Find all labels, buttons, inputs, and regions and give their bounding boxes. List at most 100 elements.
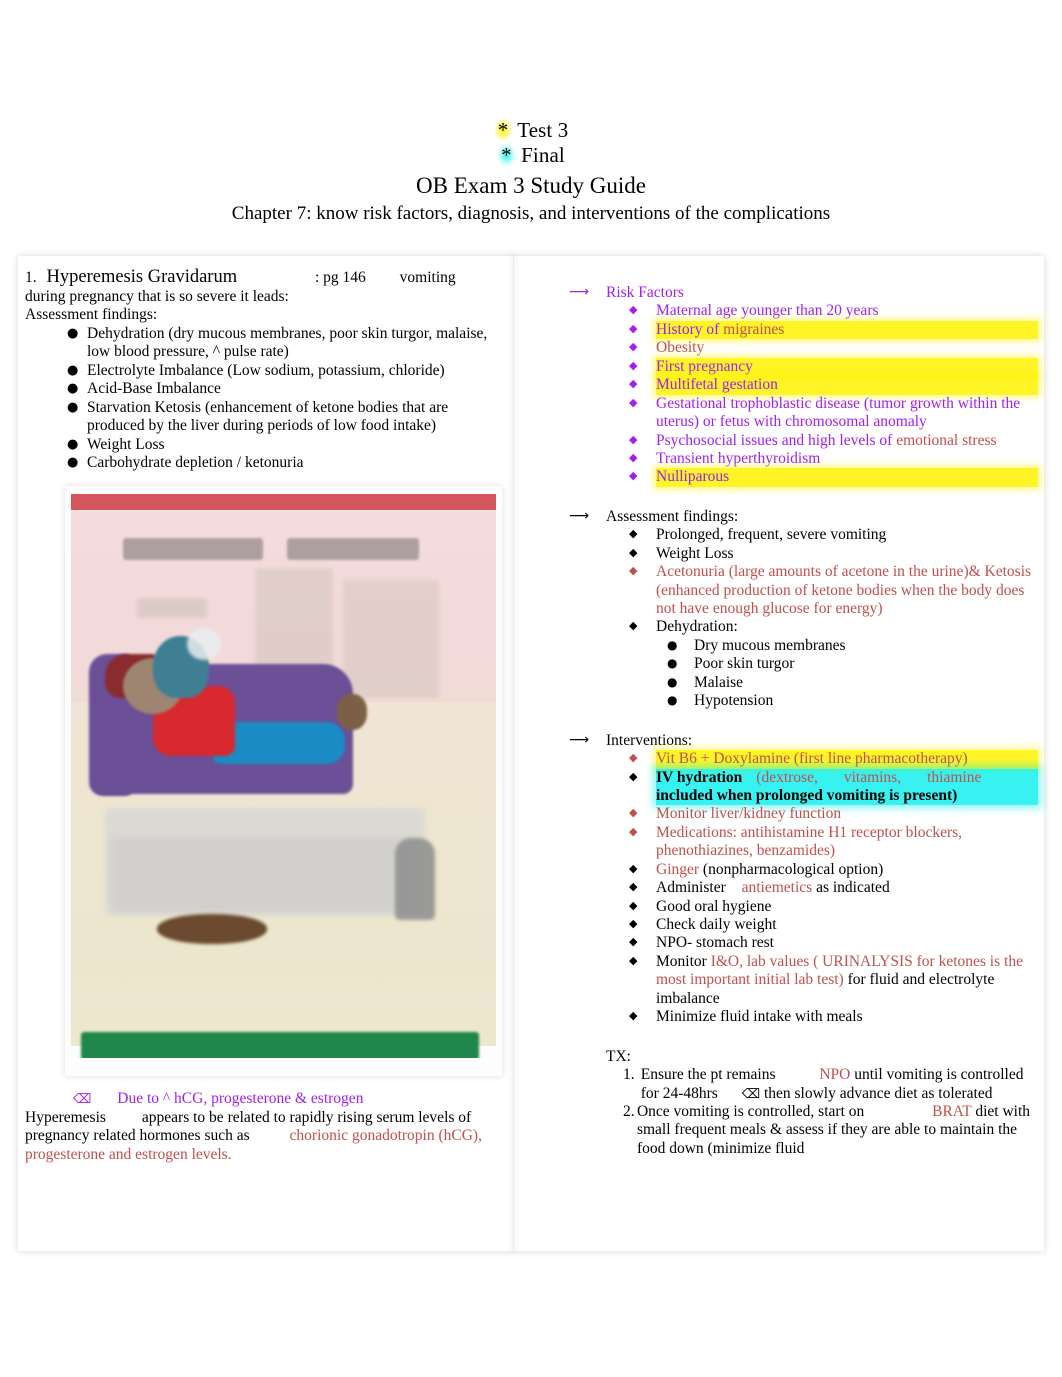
left-footer-paragraph: Hyperemesis appears to be related to rapi… <box>25 1109 503 1164</box>
header-line-final: * Final <box>0 142 1062 168</box>
list-item: ◆ Minimize fluid intake with meals <box>551 1008 1038 1026</box>
infographic-red-header-bar <box>71 494 496 511</box>
infographic-second-figure <box>395 838 435 921</box>
list-item: ◆ History of migraines <box>551 320 1038 340</box>
monitor-label: Monitor <box>656 952 711 970</box>
bullet-dot-icon: ● <box>67 436 79 452</box>
bullet-dot-icon: ● <box>67 362 79 378</box>
list-item: ● Hypotension <box>551 692 1038 710</box>
risk-item-1-part1: History of <box>656 320 724 338</box>
list-item-label: Medications: antihistamine H1 receptor b… <box>656 823 963 860</box>
list-item: ◆ Prolonged, frequent, severe vomiting <box>551 526 1038 544</box>
bullet-dot-icon: ● <box>67 381 79 397</box>
left-assessment-list: ● Dehydration (dry mucous membranes, poo… <box>25 325 503 473</box>
tx2-part-a: Once vomiting is controlled, start on <box>636 1102 869 1120</box>
list-item-label: Vit B6 + Doxylamine (first line pharmaco… <box>656 750 1038 769</box>
diamond-bullet-icon: ◆ <box>629 806 638 820</box>
as-indicated-label: as indicated <box>812 879 890 897</box>
assessment-heading-row: ⟶ Assessment findings: <box>551 508 1038 526</box>
list-item-label: Nulliparous <box>656 468 1038 487</box>
list-item-label: Psychosocial issues and high levels of e… <box>656 432 1038 450</box>
list-item-label: NPO- stomach rest <box>656 934 774 952</box>
column-divider <box>513 256 514 1251</box>
wingding-arrow-icon: ⌫ <box>741 1086 761 1102</box>
header-line-test3: * Test 3 <box>0 118 1062 143</box>
wingding-bullet-icon: ⌫ <box>73 1092 92 1108</box>
interventions-heading: Interventions: <box>606 731 693 749</box>
list-item: ◆ Multifetal gestation <box>551 376 1038 395</box>
tx1-part-a: Ensure the pt remains <box>640 1066 780 1084</box>
list-item-label: Once vomiting is controlled, start on BR… <box>637 1103 1038 1158</box>
tx1-npo: NPO <box>819 1066 851 1084</box>
risk-factors-list: ◆ Maternal age younger than 20 years ◆ H… <box>551 302 1038 487</box>
risk-item-6-part1: Psychosocial issues and high levels of <box>656 431 897 449</box>
list-item: ◆ IV hydration (dextrose, vitamins, thiamin… <box>551 768 1038 806</box>
infographic-foreground-shape <box>157 914 267 945</box>
diamond-bullet-icon: ◆ <box>629 824 638 838</box>
left-intro-line2: during pregnancy that is so severe it le… <box>25 288 289 305</box>
left-column: 1. Hyperemesis Gravidarum : pg 146 vomit… <box>25 266 503 1164</box>
diamond-bullet-icon: ◆ <box>629 450 638 464</box>
list-item-label: IV hydration (dextrose, vitamins, thiamine … <box>656 768 1038 806</box>
list-item-label: Acid-Base Imbalance <box>87 380 221 398</box>
bullet-dot-icon: ● <box>667 656 678 671</box>
list-item-label: Minimize fluid intake with meals <box>656 1008 863 1026</box>
list-item-label: Monitor I&O, lab values ( URINALYSIS for… <box>656 953 1038 1008</box>
risk-factors-heading: Risk Factors <box>606 284 684 301</box>
header-line2-text: Final <box>515 142 565 167</box>
bullet-dot-icon: ● <box>667 637 678 652</box>
list-item: ● Carbohydrate depletion / ketonuria <box>25 454 503 472</box>
list-item-label: Weight Loss <box>87 435 165 453</box>
risk-item-6-part2: emotional stress <box>896 431 997 449</box>
tx-item-number: 1. <box>623 1066 635 1084</box>
iv-hydration-label: IV hydration <box>656 768 743 786</box>
right-column: ⟶ Risk Factors ◆ Maternal age younger th… <box>551 284 1038 1158</box>
left-assessment-label: Assessment findings: <box>25 306 158 324</box>
assessment-heading: Assessment findings: <box>606 507 739 525</box>
diamond-bullet-icon: ◆ <box>629 751 638 765</box>
iv-hydration-red-c: thiamine <box>927 768 982 786</box>
bullet-dot-icon: ● <box>667 674 678 689</box>
list-item: ◆ Obesity <box>551 339 1038 357</box>
bullet-dot-icon: ● <box>667 693 678 708</box>
content-frame: 1. Hyperemesis Gravidarum : pg 146 vomit… <box>18 256 1044 1251</box>
diamond-bullet-icon: ◆ <box>629 469 638 483</box>
infographic-decor-shape-a <box>137 598 207 619</box>
list-item-label: Administer antiemetics as indicated <box>656 879 1038 897</box>
document-header: * Test 3 * Final OB Exam 3 Study Guide C… <box>0 0 1062 225</box>
list-item-label: Check daily weight <box>656 916 777 933</box>
diamond-bullet-icon: ◆ <box>629 1009 638 1023</box>
left-heading-row: 1. Hyperemesis Gravidarum : pg 146 vomit… <box>25 266 503 288</box>
list-item: ◆ Monitor liver/kidney function <box>551 805 1038 823</box>
diamond-bullet-icon: ◆ <box>629 432 638 446</box>
interventions-list: ◆ Vit B6 + Doxylamine (first line pharma… <box>551 750 1038 1027</box>
arrow-right-icon: ⟶ <box>569 284 590 300</box>
risk-item-1-part2: migraines <box>723 320 785 338</box>
list-item-label: Poor skin turgor <box>694 655 795 673</box>
list-item: ● Poor skin turgor <box>551 655 1038 673</box>
infographic-text-block-inner <box>111 838 411 913</box>
left-heading-number: 1. <box>25 269 37 286</box>
list-item: ● Malaise <box>551 674 1038 692</box>
list-item-label: Ensure the pt remains NPO until vomiting… <box>641 1066 1038 1103</box>
list-item: ◆ Transient hyperthyroidism <box>551 450 1038 468</box>
left-footer-bullet-row: ⌫ Due to ^ hCG, progesterone & estrogen <box>25 1090 503 1108</box>
list-item-label: Dehydration: <box>656 618 738 636</box>
star-glyph-yellow: * <box>493 118 513 142</box>
iv-hydration-red-a: (dextrose, <box>756 768 818 786</box>
list-item: ◆ Check daily weight <box>551 916 1038 934</box>
left-footer-purple-text: Due to ^ hCG, progesterone & estrogen <box>117 1090 364 1108</box>
list-item-label: Obesity <box>656 339 705 357</box>
diamond-bullet-icon: ◆ <box>629 303 638 317</box>
page-subtitle: Chapter 7: know risk factors, diagnosis,… <box>231 202 831 224</box>
diamond-bullet-icon: ◆ <box>629 953 638 967</box>
list-item: ◆ Maternal age younger than 20 years <box>551 302 1038 320</box>
arrow-right-icon: ⟶ <box>569 731 590 748</box>
diamond-bullet-icon: ◆ <box>629 564 638 578</box>
tx-item-number: 2. <box>623 1102 635 1120</box>
list-item: ◆ Medications: antihistamine H1 receptor… <box>551 824 1038 861</box>
tx2-brat: BRAT <box>932 1102 972 1120</box>
iv-hydration-label-b: included when prolonged vomiting is pres… <box>656 786 958 804</box>
